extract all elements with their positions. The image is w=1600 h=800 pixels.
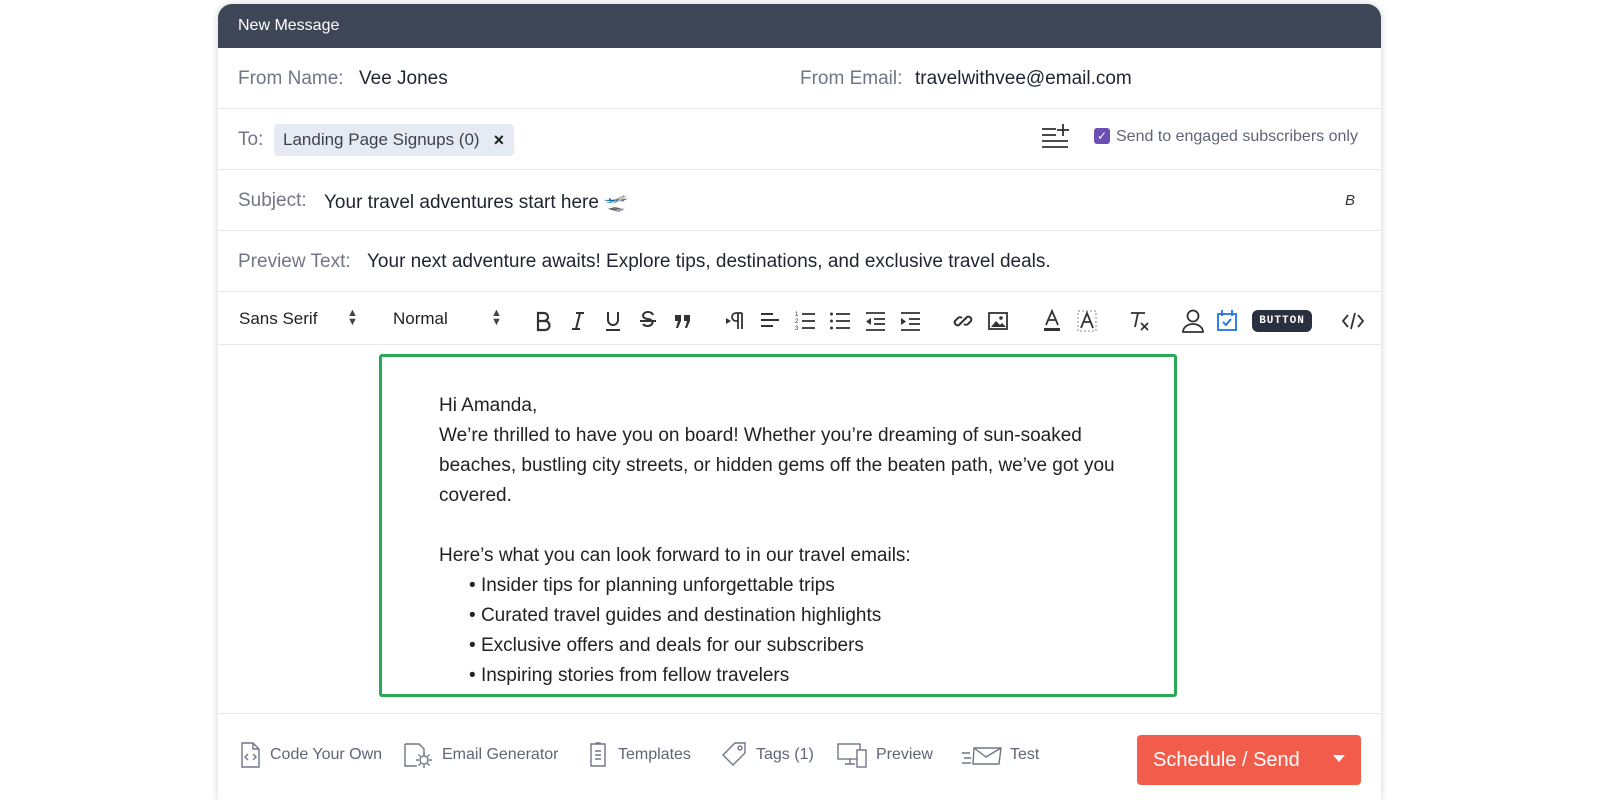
email-bullet-list: Insider tips for planning unforgettable … (439, 571, 1155, 691)
font-size-arrows-icon[interactable]: ▲ ▼ (491, 308, 502, 328)
code-view-icon[interactable] (1340, 307, 1366, 335)
blockquote-icon[interactable] (671, 307, 695, 335)
to-row: To: Landing Page Signups (0) × ✓ Send to… (218, 109, 1381, 170)
clear-format-icon[interactable] (1127, 307, 1151, 335)
to-label: To: (238, 129, 264, 150)
preview-text-row: Preview Text: Your next adventure awaits… (218, 231, 1381, 292)
image-icon[interactable] (986, 307, 1010, 335)
send-options-dropdown-icon[interactable] (1333, 755, 1345, 762)
send-test-icon (962, 747, 1002, 765)
from-row: From Name: Vee Jones From Email: travelw… (218, 48, 1381, 109)
test-button[interactable]: Test (960, 739, 1039, 771)
indent-icon[interactable] (898, 307, 922, 335)
from-email-label: From Email: (800, 68, 903, 89)
highlight-color-icon[interactable] (1075, 307, 1099, 335)
font-family-select[interactable]: Sans Serif (239, 309, 317, 329)
tag-icon (722, 742, 746, 766)
schedule-send-label: Schedule / Send (1153, 749, 1300, 771)
bold-icon[interactable] (531, 307, 555, 335)
font-family-arrows-icon[interactable]: ▲ ▼ (347, 308, 358, 328)
link-icon[interactable] (951, 307, 975, 335)
svg-text:3: 3 (795, 326, 799, 332)
email-lead: Here’s what you can look forward to in o… (439, 545, 911, 566)
recipient-chip[interactable]: Landing Page Signups (0) × (274, 124, 515, 156)
remove-recipient-icon[interactable]: × (494, 130, 505, 151)
text-color-icon[interactable] (1040, 307, 1064, 335)
outdent-icon[interactable] (863, 307, 887, 335)
from-name-label: From Name: (238, 68, 344, 89)
subject-label: Subject: (238, 190, 307, 211)
add-list-icon[interactable] (1040, 123, 1070, 151)
insert-button-icon[interactable]: BUTTON (1252, 307, 1312, 335)
code-file-icon (241, 742, 260, 768)
devices-icon (837, 743, 867, 768)
ordered-list-icon[interactable]: 123 (793, 307, 817, 335)
font-size-select[interactable]: Normal (393, 309, 448, 329)
email-bullet: Insider tips for planning unforgettable … (469, 571, 1155, 601)
underline-icon[interactable] (601, 307, 625, 335)
email-generator-label: Email Generator (442, 746, 559, 763)
email-bullet: Curated travel guides and destination hi… (469, 601, 1155, 631)
subject-row: Subject: Your travel adventures start he… (218, 170, 1381, 231)
templates-icon (590, 742, 606, 767)
svg-text:1: 1 (795, 312, 799, 318)
compose-window: New Message From Name: Vee Jones From Em… (218, 4, 1381, 800)
engaged-checkbox[interactable]: ✓ (1094, 128, 1110, 144)
recipient-chip-label: Landing Page Signups (0) (283, 130, 480, 149)
code-your-own-button[interactable]: Code Your Own (238, 739, 382, 771)
insert-button-label: BUTTON (1252, 310, 1312, 332)
text-direction-icon[interactable] (723, 307, 747, 335)
tags-button[interactable]: Tags (1) (720, 739, 814, 771)
email-bullet: Inspiring stories from fellow travelers (469, 661, 1155, 691)
email-greeting: Hi Amanda, (439, 395, 538, 416)
templates-label: Templates (618, 746, 691, 763)
templates-button[interactable]: Templates (586, 739, 691, 771)
email-bullet: Exclusive offers and deals for our subsc… (469, 631, 1155, 661)
personalize-user-icon[interactable] (1180, 307, 1206, 335)
email-body-content[interactable]: Hi Amanda, We’re thrilled to have you on… (439, 391, 1155, 691)
email-body-editor[interactable]: Hi Amanda, We’re thrilled to have you on… (379, 354, 1177, 697)
align-left-icon[interactable] (758, 307, 782, 335)
generator-gear-icon (404, 743, 432, 768)
email-generator-button[interactable]: Email Generator (402, 739, 559, 771)
tags-label: Tags (1) (756, 746, 814, 763)
strikethrough-icon[interactable] (636, 307, 660, 335)
from-email-field[interactable]: travelwithvee@email.com (915, 68, 1132, 90)
compose-footer: Code Your Own Email Generator Templates … (218, 713, 1381, 800)
bullet-list-icon[interactable] (828, 307, 852, 335)
editor-area: Hi Amanda, We’re thrilled to have you on… (218, 345, 1381, 713)
preview-button[interactable]: Preview (836, 739, 933, 771)
code-your-own-label: Code Your Own (270, 746, 383, 763)
email-intro: We’re thrilled to have you on board! Whe… (439, 425, 1115, 506)
compose-titlebar: New Message (218, 4, 1381, 48)
italic-icon[interactable] (566, 307, 590, 335)
svg-text:2: 2 (795, 319, 799, 325)
preview-text-label: Preview Text: (238, 251, 351, 272)
window-title: New Message (238, 17, 340, 34)
preview-label: Preview (876, 746, 933, 763)
preview-text-field[interactable]: Your next adventure awaits! Explore tips… (367, 251, 1051, 273)
test-label: Test (1010, 746, 1040, 763)
subject-format-icon[interactable]: B (1345, 192, 1355, 209)
schedule-send-button[interactable]: Schedule / Send (1137, 735, 1361, 785)
from-name-field[interactable]: Vee Jones (359, 68, 448, 90)
engaged-label: Send to engaged subscribers only (1116, 128, 1358, 145)
editor-toolbar: Sans Serif ▲ ▼ Normal ▲ ▼ 123 BUTTON (218, 297, 1381, 345)
save-block-icon[interactable] (1214, 307, 1240, 335)
subject-field[interactable]: Your travel adventures start here 🛫 (324, 190, 628, 214)
